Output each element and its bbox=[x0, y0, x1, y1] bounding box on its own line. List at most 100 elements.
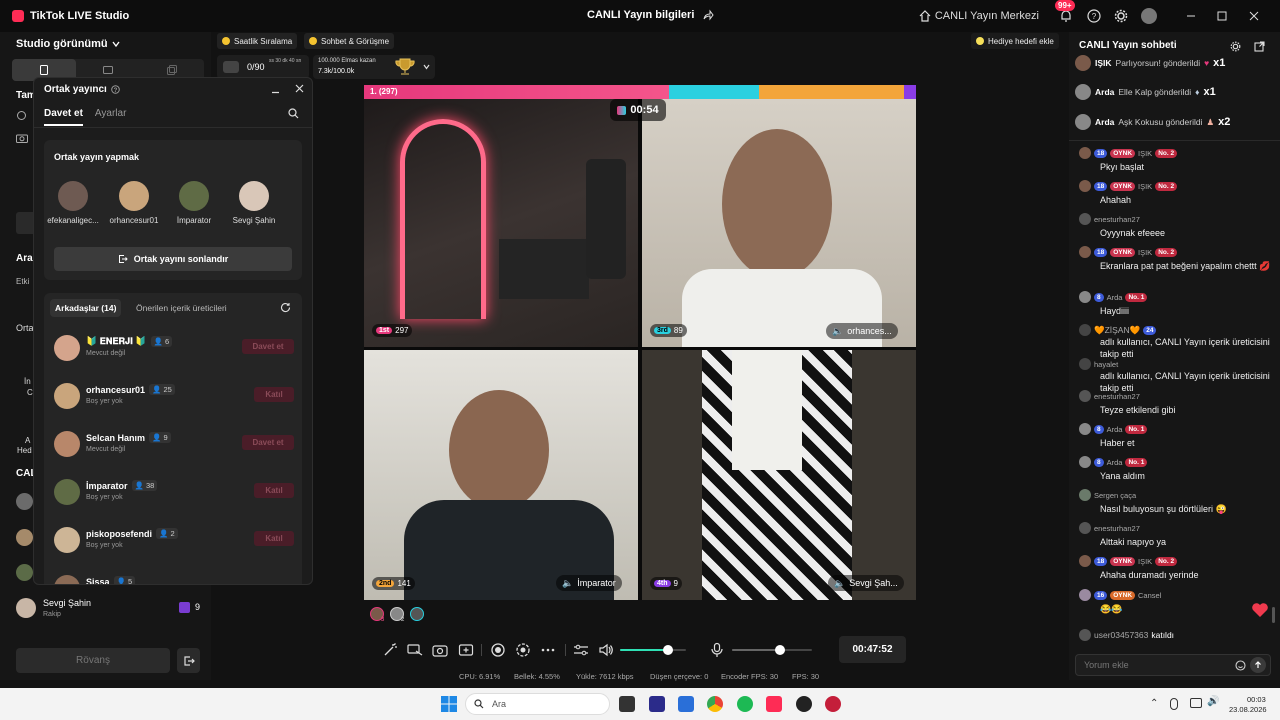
heart-icon[interactable] bbox=[1251, 602, 1269, 618]
chevron-down-icon[interactable] bbox=[423, 64, 430, 70]
chat-user: hayalet bbox=[1094, 359, 1119, 369]
tab-friends[interactable]: Arkadaşlar (14) bbox=[50, 299, 122, 317]
adobe-app-icon[interactable] bbox=[649, 696, 665, 712]
help-icon[interactable]: ? bbox=[1087, 9, 1101, 23]
taskbar-search[interactable]: Ara bbox=[465, 693, 610, 715]
friend-count: 👤 25 bbox=[149, 384, 175, 395]
chat-message: hayalet adlı kullanıcı, CANLI Yayın içeri… bbox=[1079, 358, 1273, 394]
outlook-icon[interactable] bbox=[678, 696, 694, 712]
battle-video[interactable]: 1. (297) 1st 297 00:54 3rd 89 🔈 orhances...… bbox=[364, 85, 916, 600]
avatar bbox=[1079, 246, 1091, 258]
network-icon[interactable] bbox=[1190, 698, 1202, 708]
landscape-icon[interactable] bbox=[103, 66, 113, 74]
chat-meet-button[interactable]: Sohbet & Görüşme bbox=[304, 33, 395, 49]
elapsed-time: 00:47:52 bbox=[839, 636, 906, 663]
join-button[interactable]: Katıl bbox=[254, 531, 294, 546]
tiktok-icon[interactable] bbox=[766, 696, 782, 712]
camera-icon[interactable] bbox=[16, 133, 28, 143]
friend-name: Selcan Hanım bbox=[86, 432, 146, 443]
cohost-slot[interactable]: Sevgi Şahin bbox=[224, 181, 284, 225]
clock-date[interactable]: 23.08.2026 bbox=[1229, 705, 1267, 714]
notifications-button[interactable]: 99+ bbox=[1055, 0, 1075, 23]
minimize-icon[interactable] bbox=[271, 88, 280, 97]
maximize-icon[interactable] bbox=[1217, 11, 1227, 21]
clock-time[interactable]: 00:03 bbox=[1247, 695, 1266, 704]
rematch-button[interactable]: Rövanş bbox=[16, 648, 170, 673]
invite-button[interactable]: Davet et bbox=[242, 435, 294, 450]
minimize-icon[interactable] bbox=[1186, 11, 1196, 21]
send-button[interactable] bbox=[1250, 657, 1266, 673]
settings-gear-icon[interactable] bbox=[1230, 41, 1241, 52]
join-button[interactable]: Katıl bbox=[254, 387, 294, 402]
speaker-icon[interactable] bbox=[598, 642, 614, 658]
guest-name-tag[interactable]: 🔈 Sevgi Şah... bbox=[828, 575, 904, 591]
opponent-role: Rakip bbox=[43, 611, 61, 618]
invite-button[interactable]: Davet et bbox=[242, 339, 294, 354]
chat-message: 16 OYNK Cansel 😂😂 bbox=[1079, 589, 1273, 615]
profile-avatar[interactable] bbox=[1141, 8, 1157, 24]
more-options-icon[interactable] bbox=[540, 642, 556, 658]
leave-button[interactable] bbox=[177, 648, 200, 673]
gift-goal-button[interactable]: Hediye hedefi ekle bbox=[971, 33, 1059, 49]
cohost-tile-1[interactable]: 1st 297 bbox=[364, 99, 638, 347]
popout-icon[interactable] bbox=[1254, 41, 1265, 52]
top-gifter-avatar[interactable] bbox=[410, 607, 424, 621]
cohost-tile-4[interactable]: 4th 9 🔈 Sevgi Şah... bbox=[642, 350, 916, 600]
cohost-tile-3[interactable]: 2nd 141 🔈 İmparator bbox=[364, 350, 638, 600]
magic-wand-icon[interactable] bbox=[382, 642, 398, 658]
add-source-icon[interactable] bbox=[458, 642, 474, 658]
screen-share-icon[interactable] bbox=[407, 642, 423, 658]
pin-icon[interactable] bbox=[16, 110, 27, 121]
cohost-slot[interactable]: İmparator bbox=[164, 181, 224, 225]
dual-icon[interactable] bbox=[167, 65, 177, 75]
mic-knob[interactable] bbox=[775, 645, 785, 655]
chat-message: 18 OYNK IŞIK No. 2 Ahaha duramadı yerinde bbox=[1079, 555, 1273, 581]
cohost-slot[interactable]: orhancesur01 bbox=[104, 181, 164, 225]
volume-slider[interactable] bbox=[620, 645, 686, 655]
chat-scrollbar[interactable] bbox=[1272, 607, 1275, 623]
progress-widget[interactable]: 0/90 ss 30 dk 40 sn bbox=[217, 55, 309, 79]
guest-name-tag[interactable]: 🔈 orhances... bbox=[826, 323, 898, 339]
cohost-tile-2[interactable]: 3rd 89 🔈 orhances... bbox=[642, 99, 916, 347]
refresh-icon[interactable] bbox=[280, 302, 291, 313]
microphone-icon[interactable] bbox=[709, 642, 725, 658]
list-item: Sissa 👤 5 bbox=[54, 573, 294, 584]
hourly-ranking-button[interactable]: Saatlik Sıralama bbox=[217, 33, 298, 49]
studio-view-dropdown[interactable]: Studio görünümü bbox=[16, 38, 120, 50]
microphone-tray-icon[interactable] bbox=[1170, 698, 1178, 710]
join-button[interactable]: Katıl bbox=[254, 483, 294, 498]
volume-tray-icon[interactable]: 🔊 bbox=[1207, 696, 1219, 707]
friend-count: 👤 38 bbox=[131, 480, 158, 491]
audio-mixer-icon[interactable] bbox=[573, 642, 589, 658]
camera-icon[interactable] bbox=[432, 642, 448, 658]
cohost-slot[interactable]: efekanaligec... bbox=[43, 181, 103, 225]
search-icon[interactable] bbox=[288, 108, 299, 119]
live-info-button[interactable]: CANLI Yayın bilgileri bbox=[587, 9, 715, 21]
emoji-icon[interactable] bbox=[1235, 660, 1246, 671]
end-cohost-button[interactable]: Ortak yayını sonlandır bbox=[54, 247, 292, 271]
volume-knob[interactable] bbox=[663, 645, 673, 655]
tiktok-studio-icon[interactable] bbox=[796, 696, 812, 712]
tab-invite[interactable]: Davet et bbox=[44, 108, 83, 126]
mic-slider[interactable] bbox=[732, 645, 812, 655]
windows-start-icon[interactable] bbox=[441, 696, 457, 712]
chevron-up-icon[interactable]: ⌃ bbox=[1150, 698, 1158, 709]
record-app-icon[interactable] bbox=[825, 696, 841, 712]
gift-icon: ♥ bbox=[1204, 58, 1210, 68]
spotify-icon[interactable] bbox=[737, 696, 753, 712]
info-icon[interactable]: ? bbox=[111, 85, 120, 94]
gift-row: Arda Aşk Kokusu gönderildi ♟ x2 bbox=[1075, 111, 1230, 133]
chrome-icon[interactable] bbox=[707, 696, 723, 712]
close-icon[interactable] bbox=[295, 84, 304, 93]
tab-settings[interactable]: Ayarlar bbox=[95, 108, 127, 126]
gift-multiplier: x1 bbox=[1213, 57, 1226, 69]
guest-name-tag[interactable]: 🔈 İmparator bbox=[556, 575, 622, 591]
close-window-icon[interactable] bbox=[1249, 11, 1259, 21]
live-center-button[interactable]: CANLI Yayın Merkezi bbox=[919, 10, 1039, 22]
diamond-goal-widget[interactable]: 100.000 Elmas kazan 7.3k/100.0k bbox=[313, 55, 435, 79]
tab-suggested[interactable]: Önerilen içerik üreticileri bbox=[136, 303, 227, 313]
task-view-icon[interactable] bbox=[619, 696, 635, 712]
settings-gear-icon[interactable] bbox=[1114, 9, 1128, 23]
record-icon[interactable] bbox=[490, 642, 506, 658]
replay-icon[interactable] bbox=[515, 642, 531, 658]
